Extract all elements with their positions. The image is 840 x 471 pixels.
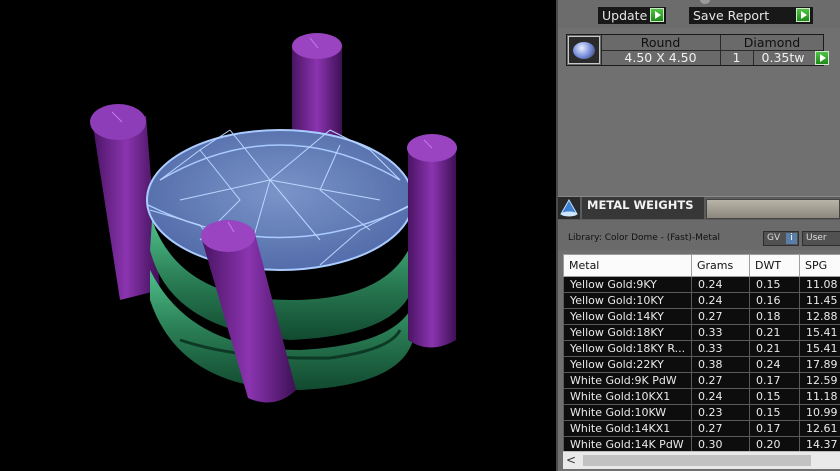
cell-dwt: 0.17 [749,420,800,437]
table-row[interactable]: Yellow Gold:18KY R... 0.33 0.21 15.41 [563,340,840,357]
drag-knob[interactable] [700,0,710,4]
table-row[interactable]: Yellow Gold:14KY 0.27 0.18 12.88 [563,308,840,325]
cell-metal: Yellow Gold:18KY R... [563,340,692,357]
metal-weights-table[interactable]: Metal Grams DWT SPG Yellow Gold:9KY 0.24 0… [563,254,840,451]
cell-grams: 0.33 [691,340,750,357]
table-row[interactable]: White Gold:10KW 0.23 0.15 10.99 [563,404,840,421]
cell-grams: 0.24 [691,388,750,405]
cell-metal: White Gold:10KX1 [563,388,692,405]
play-icon[interactable] [815,51,829,65]
cell-grams: 0.27 [691,372,750,389]
cell-dwt: 0.15 [749,276,800,293]
prong-front-right [407,134,457,348]
stone-info: Round Diamond 4.50 X 4.50 1 0.35tw [566,34,829,66]
diamond-icon [573,42,595,59]
cell-grams: 0.27 [691,420,750,437]
gv-label: GV [767,233,781,243]
cell-dwt: 0.24 [749,356,800,373]
cell-spg: 12.59 [799,372,840,389]
cell-dwt: 0.15 [749,404,800,421]
user-label: User [806,233,827,243]
column-header-dwt[interactable]: DWT [749,254,800,277]
properties-panel: Update Save Report Round Diamond 4.50 X … [558,0,840,471]
toolbar: Update Save Report [558,0,840,28]
table-row[interactable]: White Gold:10KX1 0.24 0.15 11.18 [563,388,840,405]
stone-size: 4.50 X 4.50 [624,50,697,65]
cell-dwt: 0.16 [749,292,800,309]
user-button[interactable]: User [802,231,840,246]
info-icon: i [786,233,797,244]
table-row[interactable]: White Gold:14K PdW 0.30 0.20 14.37 [563,436,840,451]
cell-dwt: 0.18 [749,308,800,325]
library-label: Library: Color Dome - (Fast)-Metal [568,233,720,243]
gv-button[interactable]: GV i [763,231,799,246]
diamond-stone-wireframe [146,129,414,271]
cell-metal: Yellow Gold:18KY [563,324,692,341]
stone-type: Diamond [743,35,801,50]
cell-spg: 10.99 [799,404,840,421]
cell-spg: 17.89 [799,356,840,373]
cell-dwt: 0.17 [749,372,800,389]
table-row[interactable]: Yellow Gold:18KY 0.33 0.21 15.41 [563,324,840,341]
save-report-label: Save Report [693,8,770,23]
table-row[interactable]: Yellow Gold:9KY 0.24 0.15 11.08 [563,276,840,293]
cell-metal: Yellow Gold:9KY [563,276,692,293]
table-row[interactable]: Yellow Gold:22KY 0.38 0.24 17.89 [563,356,840,373]
play-icon[interactable] [796,8,810,22]
cell-metal: Yellow Gold:22KY [563,356,692,373]
tab-metal-weights[interactable]: METAL WEIGHTS [582,197,704,219]
horizontal-scrollbar[interactable]: < [563,451,840,469]
cell-dwt: 0.20 [749,436,800,451]
table-row[interactable]: White Gold:14KX1 0.27 0.17 12.61 [563,420,840,437]
stone-thumbnail[interactable] [568,36,600,64]
cell-metal: Yellow Gold:14KY [563,308,692,325]
cell-metal: Yellow Gold:10KY [563,292,692,309]
stone-shape: Round [640,35,681,50]
app-window: Update Save Report Round Diamond 4.50 X … [0,0,840,471]
play-icon[interactable] [650,8,664,22]
cell-grams: 0.33 [691,324,750,341]
ring-head-model [90,33,457,403]
3d-viewport[interactable] [0,0,556,471]
table-row[interactable]: White Gold:9K PdW 0.27 0.17 12.59 [563,372,840,389]
cell-metal: White Gold:14KX1 [563,420,692,437]
cell-metal: White Gold:14K PdW [563,436,692,451]
cell-dwt: 0.21 [749,324,800,341]
metal-weights-header: METAL WEIGHTS [558,196,840,220]
cell-spg: 12.88 [799,308,840,325]
cell-spg: 14.37 [799,436,840,451]
column-header-spg[interactable]: SPG [799,254,840,277]
save-report-button[interactable]: Save Report [689,7,813,24]
stone-quantity: 1 [732,50,741,65]
scroll-left-icon[interactable]: < [566,453,576,467]
cell-metal: White Gold:10KW [563,404,692,421]
table-header-row: Metal Grams DWT SPG [563,254,840,277]
cell-metal: White Gold:9K PdW [563,372,692,389]
cell-spg: 12.61 [799,420,840,437]
cell-spg: 11.45 [799,292,840,309]
metal-weights-icon[interactable] [558,197,580,219]
cell-dwt: 0.15 [749,388,800,405]
cell-grams: 0.27 [691,308,750,325]
update-button-label: Update [602,8,648,23]
cell-grams: 0.24 [691,292,750,309]
header-strip [706,199,840,219]
update-button[interactable]: Update [598,7,666,24]
stone-weight: 0.35tw [761,50,805,65]
cell-grams: 0.24 [691,276,750,293]
scrollbar-thumb[interactable] [583,455,811,466]
table-row[interactable]: Yellow Gold:10KY 0.24 0.16 11.45 [563,292,840,309]
cell-spg: 15.41 [799,324,840,341]
library-row: Library: Color Dome - (Fast)-Metal GV i … [558,220,840,250]
cell-dwt: 0.21 [749,340,800,357]
cell-spg: 15.41 [799,340,840,357]
cell-grams: 0.23 [691,404,750,421]
column-header-grams[interactable]: Grams [691,254,750,277]
cell-spg: 11.08 [799,276,840,293]
cell-grams: 0.38 [691,356,750,373]
cell-grams: 0.30 [691,436,750,451]
column-header-metal[interactable]: Metal [563,254,692,277]
cell-spg: 11.18 [799,388,840,405]
